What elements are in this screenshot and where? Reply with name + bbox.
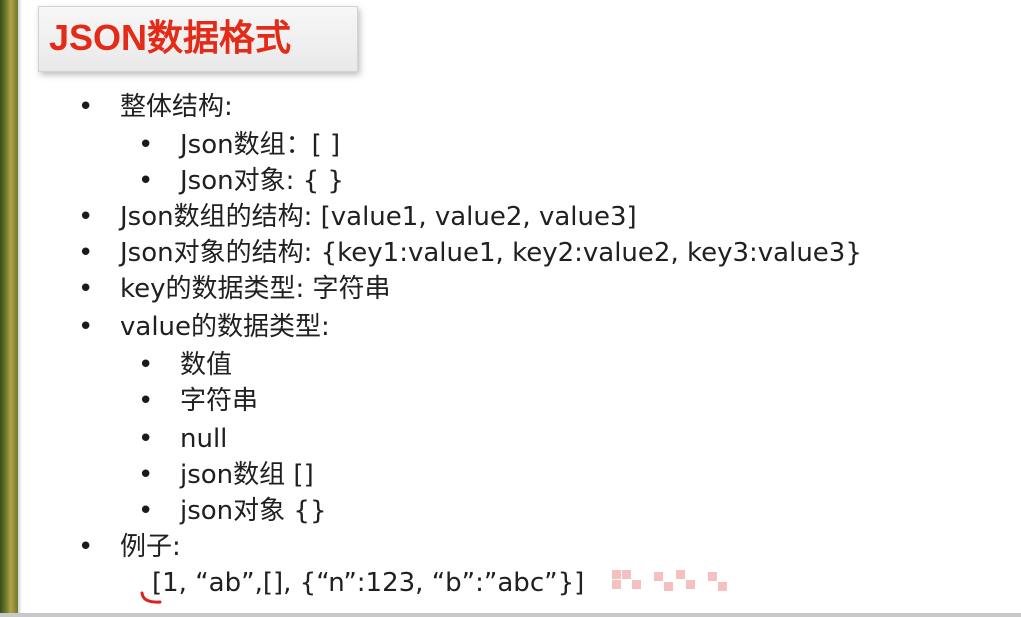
blurred-watermark [612, 568, 732, 596]
bullet-dot: • [138, 424, 154, 454]
page-title: JSON数据格式 [49, 17, 292, 58]
bullet-dot: • [78, 238, 94, 268]
example-code: [1, “ab”,[], {“n”:123, “b”:”abc”}] [152, 568, 585, 598]
bullet-dot: • [138, 166, 154, 196]
list-item-string: 字符串 [180, 386, 259, 416]
bullet-dot: • [78, 532, 94, 562]
list-item-value-type: value的数据类型: [120, 312, 330, 342]
list-item-number: 数值 [180, 350, 233, 380]
bullet-dot: • [78, 274, 94, 304]
bullet-dot: • [138, 386, 154, 416]
bullet-dot: • [138, 496, 154, 526]
list-item-key-type: key的数据类型: 字符串 [120, 274, 391, 304]
bottom-border [0, 613, 1021, 617]
bullet-dot: • [78, 202, 94, 232]
list-item-overall-structure: 整体结构: [120, 92, 233, 122]
list-item-object-structure: Json对象的结构: {key1:value1, key2:value2, ke… [120, 238, 862, 268]
list-item-json-object: Json对象: { } [180, 166, 344, 196]
list-item-array-structure: Json数组的结构: [value1, value2, value3] [120, 202, 637, 232]
list-item-json-array: Json数组：[ ] [180, 130, 341, 160]
slide-content: • 整体结构: • Json数组：[ ] • Json对象: { } • Jso… [0, 86, 1000, 606]
title-banner: JSON数据格式 [38, 6, 358, 72]
bullet-dot: • [138, 350, 154, 380]
list-item-example: 例子: [120, 532, 181, 562]
red-annotation-mark [140, 591, 162, 604]
bullet-dot: • [78, 92, 94, 122]
bullet-dot: • [138, 130, 154, 160]
bullet-dot: • [138, 460, 154, 490]
list-item-json-object-type: json对象 {} [180, 496, 327, 526]
list-item-json-array-type: json数组 [] [180, 460, 314, 490]
list-item-null: null [180, 424, 228, 454]
bullet-dot: • [78, 312, 94, 342]
